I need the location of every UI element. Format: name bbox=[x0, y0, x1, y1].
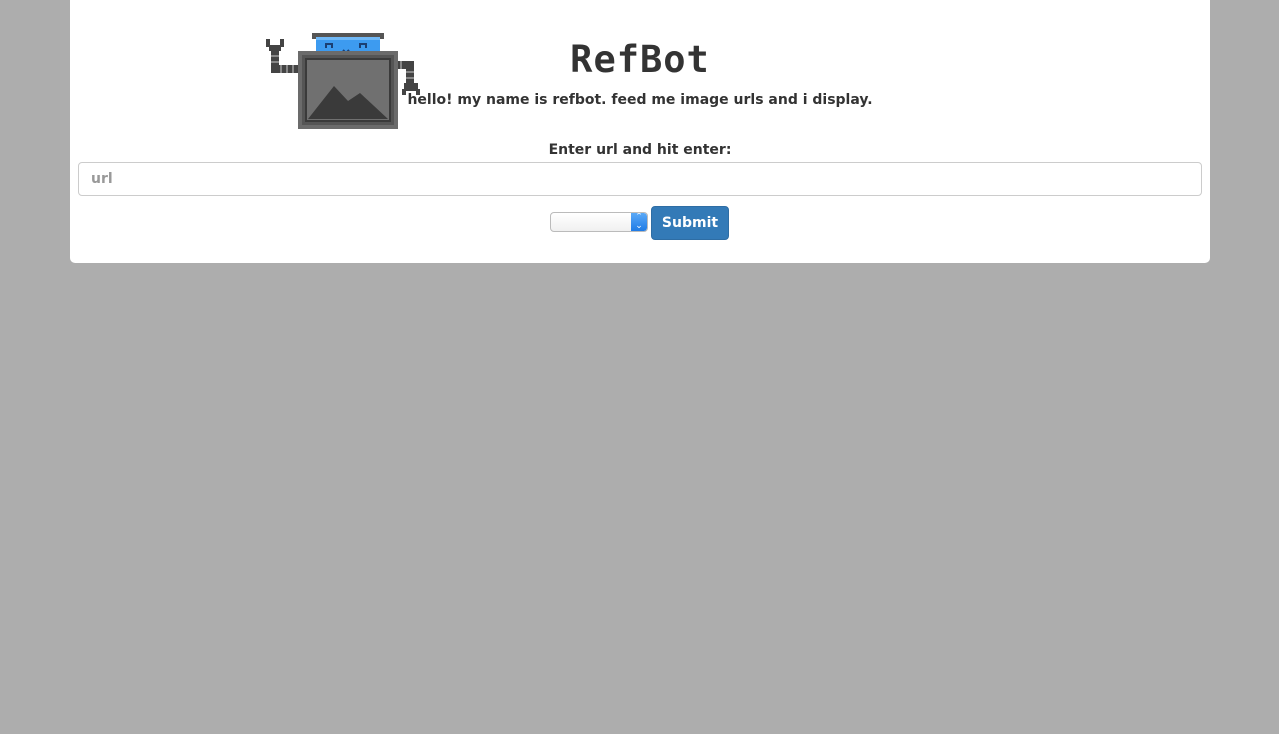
submit-button[interactable]: Submit bbox=[651, 206, 729, 240]
url-field-label: Enter url and hit enter: bbox=[548, 142, 732, 158]
chevron-up-down-icon[interactable]: ⌃ ⌄ bbox=[631, 213, 647, 231]
tagline: hello! my name is refbot. feed me image … bbox=[407, 92, 873, 108]
mode-select[interactable]: ⌃ ⌄ bbox=[550, 212, 648, 232]
url-input[interactable] bbox=[78, 162, 1202, 196]
page-title: RefBot bbox=[570, 38, 710, 81]
main-card: RefBot hello! my name is refbot. feed me… bbox=[70, 0, 1210, 263]
